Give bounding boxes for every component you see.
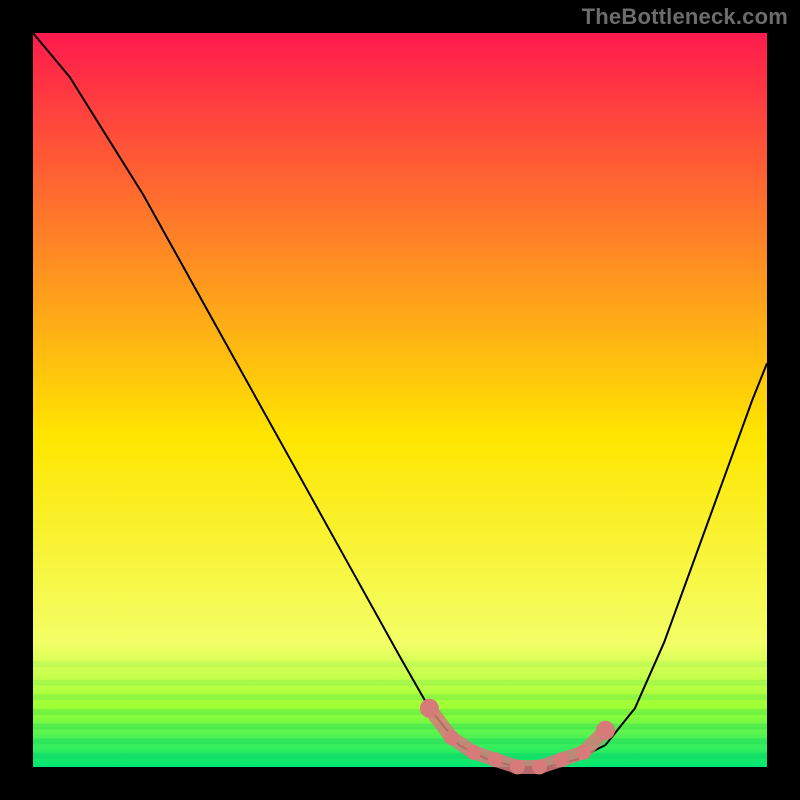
chart-frame: TheBottleneck.com: [0, 0, 800, 800]
optimal-marker: [597, 721, 615, 739]
optimal-marker: [466, 745, 480, 759]
watermark-label: TheBottleneck.com: [582, 4, 788, 30]
optimal-marker: [555, 753, 569, 767]
optimal-marker: [533, 760, 547, 774]
optimal-marker: [510, 760, 524, 774]
bottleneck-chart: [0, 0, 800, 800]
optimal-marker: [488, 753, 502, 767]
optimal-marker: [444, 731, 458, 745]
optimal-marker: [577, 745, 591, 759]
optimal-marker: [420, 699, 438, 717]
